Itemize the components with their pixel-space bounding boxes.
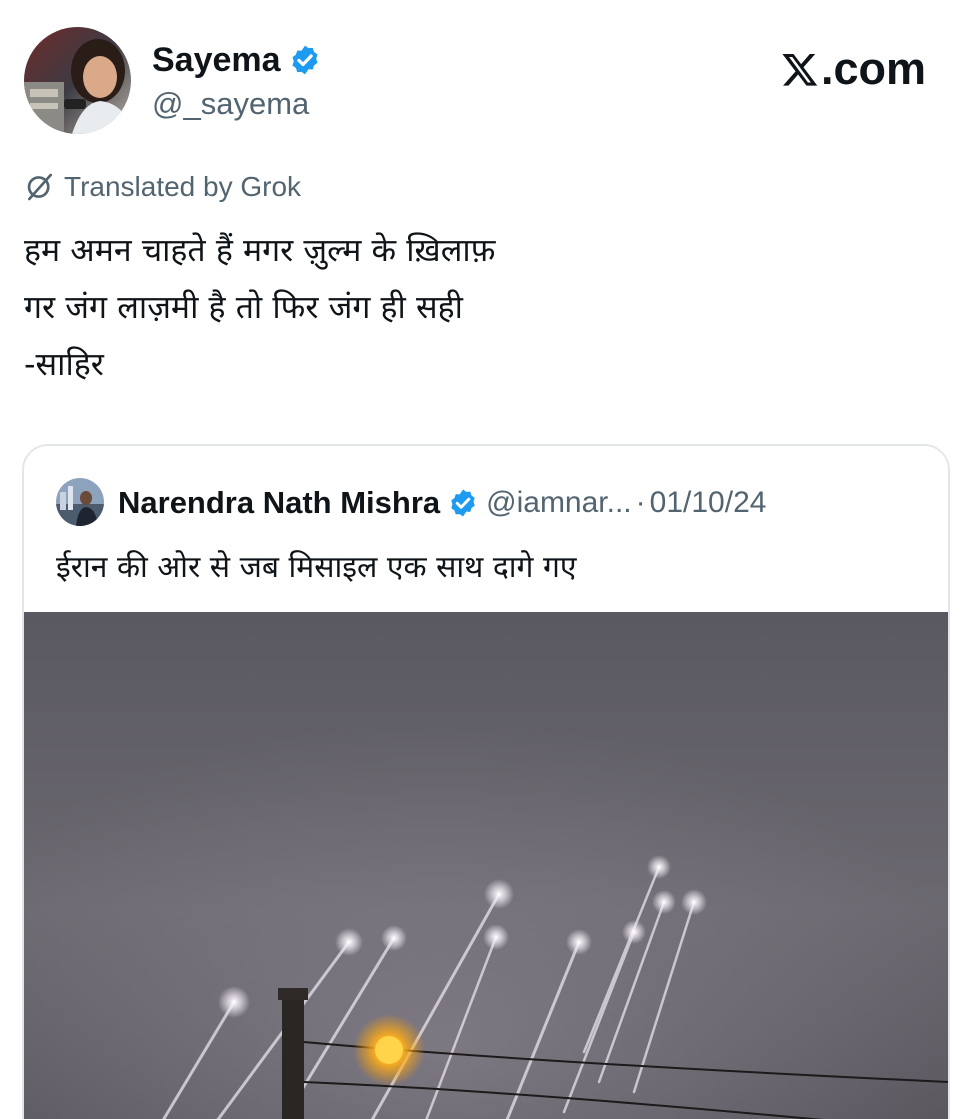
post-text: हम अमन चाहते हैं मगर ज़ुल्म के ख़िलाफ़ ग… xyxy=(24,222,924,393)
header-separator: · xyxy=(635,486,646,519)
quoted-post-date[interactable]: 01/10/24 xyxy=(650,483,767,523)
verified-badge-icon xyxy=(451,489,475,517)
post-text-line: गर जंग लाज़मी है तो फिर जंग ही सही xyxy=(24,288,463,326)
quoted-post-header: Narendra Nath Mishra @iamnar... · 01/10/… xyxy=(118,482,766,524)
author-avatar[interactable] xyxy=(24,27,131,134)
post-text-line: -साहिर xyxy=(24,345,104,383)
verified-badge-icon xyxy=(292,45,318,75)
translation-notice[interactable]: Translated by Grok xyxy=(24,168,301,206)
missile-launch-photo xyxy=(24,612,948,1119)
author-display-name[interactable]: Sayema xyxy=(152,38,321,82)
grok-icon xyxy=(27,173,52,201)
quoted-post-media[interactable] xyxy=(24,612,948,1119)
author-name-text: Sayema xyxy=(152,41,281,79)
quoted-post-text: ईरान की ओर से जब मिसाइल एक साथ दागे गए xyxy=(56,550,577,585)
quoted-post-card[interactable]: Narendra Nath Mishra @iamnar... · 01/10/… xyxy=(22,444,950,1119)
post-text-line: हम अमन चाहते हैं मगर ज़ुल्म के ख़िलाफ़ xyxy=(24,231,496,269)
translation-notice-text: Translated by Grok xyxy=(64,171,302,202)
quoted-author-handle[interactable]: @iamnar... xyxy=(486,483,632,523)
x-logo-icon xyxy=(782,53,818,86)
quoted-author-name[interactable]: Narendra Nath Mishra xyxy=(118,483,440,523)
site-label: .com xyxy=(781,42,926,96)
author-handle[interactable]: @_sayema xyxy=(152,84,309,124)
site-label-text: .com xyxy=(820,43,926,94)
quoted-author-avatar[interactable] xyxy=(56,478,104,526)
